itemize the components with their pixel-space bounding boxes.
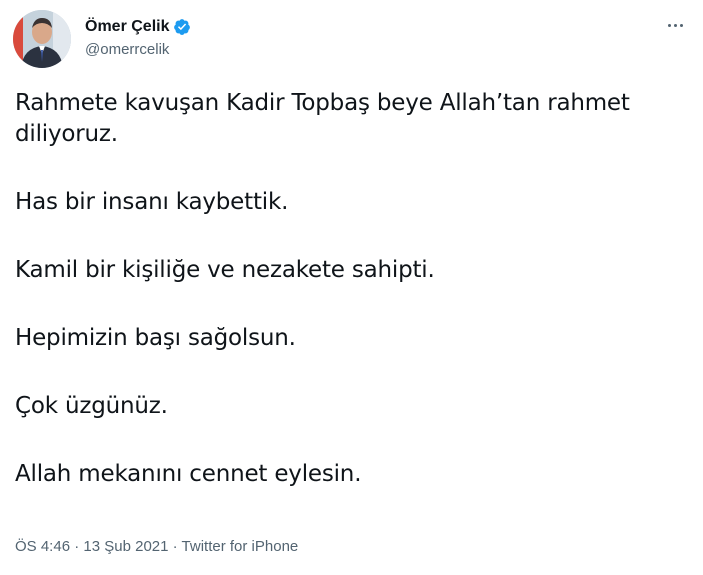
tweet-paragraph: Has bir insanı kaybettik. <box>15 189 289 215</box>
tweet-paragraph: Allah mekanını cennet eylesin. <box>15 461 362 487</box>
verified-badge-icon <box>173 18 191 36</box>
tweet-date: 13 Şub 2021 <box>83 538 169 555</box>
tweet-paragraph: Hepimizin başı sağolsun. <box>15 325 296 351</box>
author-names: Ömer Çelik @omerrcelik <box>85 16 191 60</box>
author-handle[interactable]: @omerrcelik <box>85 40 191 60</box>
tweet-paragraph: Kamil bir kişiliğe ve nezakete sahipti. <box>15 257 435 283</box>
name-row: Ömer Çelik <box>85 16 191 38</box>
tweet-footer: ÖS 4:46 · 13 Şub 2021 · Twitter for iPho… <box>15 537 298 557</box>
tweet-card: Ömer Çelik @omerrcelik Rahmete kavuşan K… <box>0 0 703 575</box>
tweet-time-link[interactable]: ÖS 4:46 · 13 Şub 2021 <box>15 538 168 555</box>
tweet-paragraph: Çok üzgünüz. <box>15 393 168 419</box>
author-display-name[interactable]: Ömer Çelik <box>85 16 169 38</box>
tweet-header: Ömer Çelik @omerrcelik <box>13 10 690 70</box>
footer-separator: · <box>168 538 182 555</box>
tweet-paragraph: Rahmete kavuşan Kadir Topbaş beye Allah’… <box>15 90 630 147</box>
footer-separator: · <box>70 538 84 555</box>
tweet-source-link[interactable]: Twitter for iPhone <box>182 538 299 555</box>
more-options-icon[interactable] <box>664 14 686 36</box>
tweet-text: Rahmete kavuşan Kadir Topbaş beye Allah’… <box>15 88 687 527</box>
avatar[interactable] <box>13 10 71 68</box>
avatar-photo <box>13 10 71 68</box>
tweet-time: ÖS 4:46 <box>15 538 71 555</box>
